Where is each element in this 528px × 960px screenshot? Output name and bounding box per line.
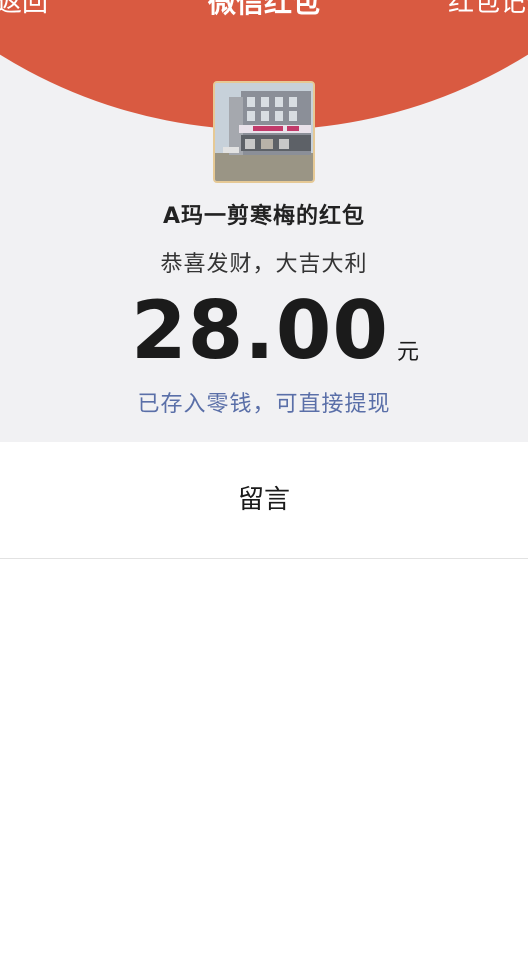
nav-bar: 返回 微信红包 红包记录 [0,0,528,20]
saved-to-balance-link[interactable]: 已存入零钱，可直接提现 [0,386,528,418]
red-packet-summary: 返回 微信红包 红包记录 [0,0,528,442]
storefront-photo-icon [215,83,313,181]
amount-unit: 元 [397,340,420,365]
leave-message-button[interactable]: 留言 [0,442,528,559]
red-packet-detail-page: 返回 微信红包 红包记录 [0,0,528,960]
sender-avatar[interactable] [213,81,315,183]
red-packet-records-button[interactable]: 红包记录 [448,0,528,20]
blessing-message: 恭喜发财，大吉大利 [160,252,368,277]
amount-row: 28.00 元 [0,286,528,376]
sender-title: A玛一剪寒梅的红包 [162,204,366,229]
amount-value: 28.00 [130,284,390,377]
